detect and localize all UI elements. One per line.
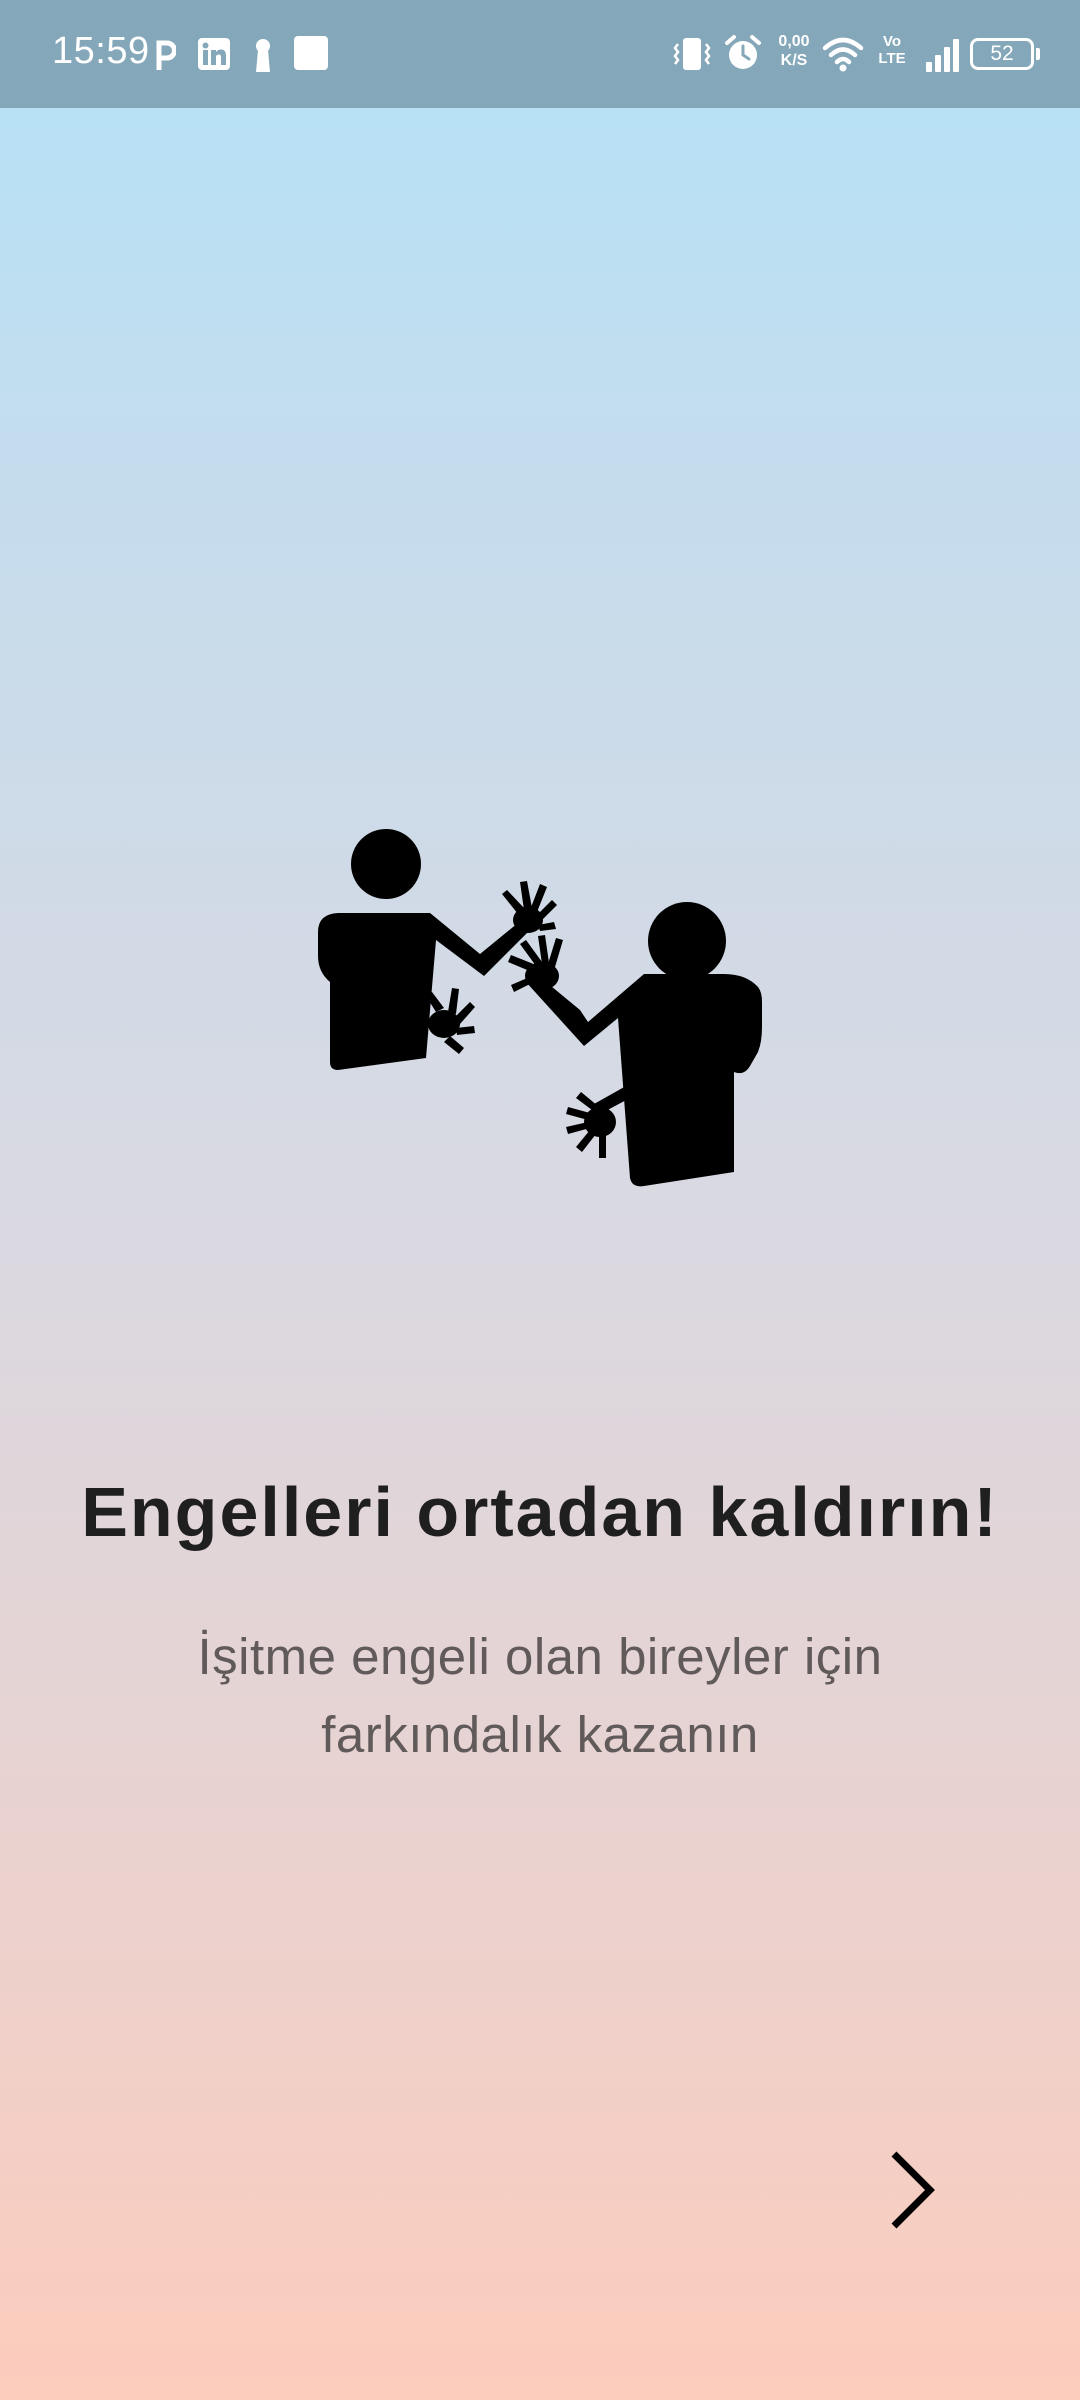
keyhole-icon (256, 39, 270, 72)
right-person-body (526, 972, 762, 1187)
parking-app-icon (156, 40, 176, 70)
alarm-icon (725, 35, 761, 69)
left-person-lower-hand (426, 988, 475, 1054)
battery-level: 52 (990, 42, 1014, 65)
network-speed-unit: K/S (780, 52, 808, 69)
linkedin-icon (198, 38, 230, 70)
volte-bottom: LTE (878, 50, 906, 67)
volte-top: Vo (882, 33, 902, 50)
battery-icon: 52 (970, 38, 1034, 70)
network-speed-value: 0,00 (778, 33, 810, 50)
onboarding-subtitle: İşitme engeli olan bireyler için farkınd… (90, 1618, 990, 1774)
sign-language-people-icon (318, 829, 762, 1187)
battery-tip (1036, 48, 1040, 60)
chevron-right-icon (891, 2151, 935, 2229)
vibrate-icon (673, 38, 711, 70)
blank-notification-icon (294, 36, 328, 70)
onboarding-subtitle-line1: İşitme engeli olan bireyler için (197, 1628, 883, 1685)
onboarding-title: Engelleri ortadan kaldırın! (81, 1473, 999, 1551)
signal-icon (926, 39, 959, 72)
status-time: 15:59 (52, 30, 150, 72)
wifi-icon (822, 37, 864, 72)
left-person-raised-hand (502, 881, 557, 933)
left-person-body (318, 913, 532, 1070)
network-speed: 0,00 K/S (772, 32, 816, 70)
volte-indicator: Vo LTE (874, 33, 910, 67)
right-person-head (648, 902, 726, 980)
status-bar: 15:59 0,00 K/S Vo LTE 52 (0, 0, 1080, 108)
next-button[interactable] (868, 2140, 956, 2240)
left-person-head (351, 829, 421, 899)
onboarding-subtitle-line2: farkındalık kazanın (321, 1706, 759, 1763)
